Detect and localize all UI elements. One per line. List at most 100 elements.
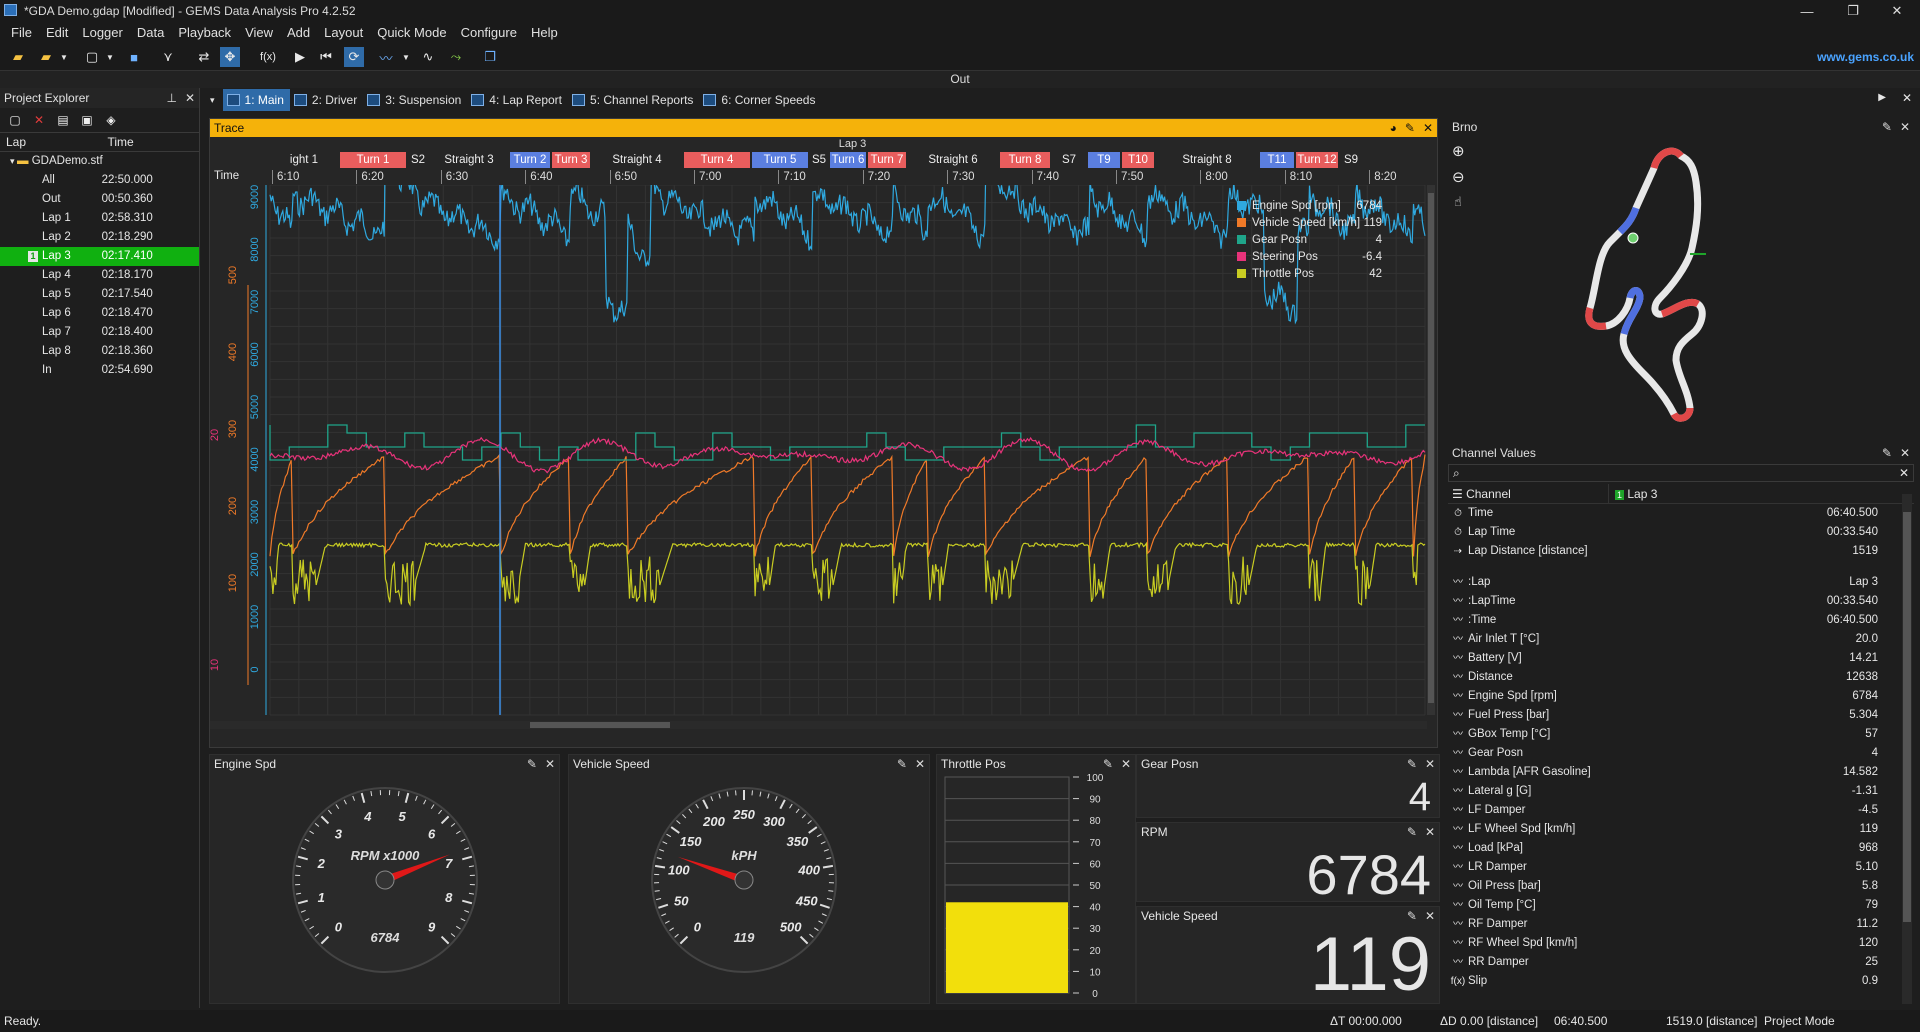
window-icon[interactable]: ❐	[480, 47, 500, 67]
new-file-icon[interactable]: ▢	[82, 47, 102, 67]
wrench-icon[interactable]: ✎	[897, 757, 907, 771]
channel-scrollbar[interactable]	[1902, 494, 1912, 1004]
delete-icon[interactable]: ✕	[32, 113, 46, 127]
channel-row[interactable]: 〰 RF Damper 11.2	[1448, 915, 1914, 934]
legend-entry[interactable]: Engine Spd [rpm] 6784	[1237, 197, 1382, 214]
tab-lap-report[interactable]: 4: Lap Report	[467, 89, 568, 111]
wrench-icon[interactable]: ✎	[1407, 909, 1417, 923]
legend-entry[interactable]: Steering Pos -6.4	[1237, 248, 1382, 265]
lap-row[interactable]: Lap 2 02:18.290	[0, 228, 199, 247]
track-map[interactable]	[1578, 138, 1778, 438]
zoom-out-icon[interactable]: ⊖	[1452, 168, 1465, 186]
channel-row[interactable]: ⇢ Lap Distance [distance] 1519	[1448, 542, 1914, 561]
channel-search-input[interactable]: ⌕ ✕	[1448, 464, 1914, 482]
wrench-icon[interactable]: ✎	[1882, 444, 1892, 462]
lap-row[interactable]: All 22:50.000	[0, 171, 199, 190]
lap-row[interactable]: Out 00:50.360	[0, 190, 199, 209]
scrollbar-thumb[interactable]	[530, 722, 670, 728]
tab-menu-icon[interactable]: ▾	[204, 95, 223, 106]
tab-driver[interactable]: 2: Driver	[290, 89, 363, 111]
channel-row[interactable]: ⏱ Lap Time 00:33.540	[1448, 523, 1914, 542]
track-segment[interactable]: S2	[408, 152, 428, 168]
lap-row[interactable]: Lap 5 02:17.540	[0, 285, 199, 304]
channel-row[interactable]: 〰 LF Wheel Spd [km/h] 119	[1448, 820, 1914, 839]
cursor-link-icon[interactable]: ⇄	[194, 47, 214, 67]
website-link[interactable]: www.gems.co.uk	[1817, 50, 1914, 64]
channel-row[interactable]: 〰 Engine Spd [rpm] 6784	[1448, 687, 1914, 706]
document-icon[interactable]: ▤	[56, 113, 70, 127]
track-segment[interactable]: Turn 1	[340, 152, 406, 168]
lap-row[interactable]: Lap 6 02:18.470	[0, 304, 199, 323]
wrench-icon[interactable]: ✎	[1407, 757, 1417, 771]
menu-configure[interactable]: Configure	[454, 22, 524, 44]
menu-view[interactable]: View	[238, 22, 280, 44]
lap-row[interactable]: Lap 8 02:18.360	[0, 342, 199, 361]
channel-row[interactable]: 〰 Gear Posn 4	[1448, 744, 1914, 763]
track-segment[interactable]: S5	[810, 152, 828, 168]
track-segment[interactable]: Straight 6	[908, 152, 998, 168]
channel-row[interactable]: f(x) Slip 0.9	[1448, 972, 1914, 991]
col-lap[interactable]: Lap	[0, 133, 101, 151]
channel-row[interactable]: 〰 Lambda [AFR Gasoline] 14.582	[1448, 763, 1914, 782]
track-segment[interactable]: Turn 5	[752, 152, 808, 168]
sync-icon[interactable]: ⟳	[344, 47, 364, 67]
chevron-down-icon[interactable]: ▼	[54, 47, 74, 67]
track-segment[interactable]: ight 1	[270, 152, 338, 168]
track-segment[interactable]: Turn 7	[868, 152, 906, 168]
channel-row[interactable]: 〰 Fuel Press [bar] 5.304	[1448, 706, 1914, 725]
wrench-icon[interactable]: ✎	[1882, 118, 1892, 136]
close-icon[interactable]: ✕	[1902, 91, 1912, 105]
menu-logger[interactable]: Logger	[75, 22, 129, 44]
layers-icon[interactable]: ◈	[104, 113, 118, 127]
legend-entry[interactable]: Throttle Pos 42	[1237, 265, 1382, 282]
menu-playback[interactable]: Playback	[171, 22, 238, 44]
pan-tool-icon[interactable]: ✥	[220, 47, 240, 67]
lap-row[interactable]: Lap 1 02:58.310	[0, 209, 199, 228]
tab-main[interactable]: 1: Main	[222, 89, 290, 111]
smooth-icon[interactable]: ∿	[418, 47, 438, 67]
rewind-icon[interactable]: ⏮	[316, 47, 336, 67]
channel-row[interactable]: 〰 RR Damper 25	[1448, 953, 1914, 972]
tab-channel-reports[interactable]: 5: Channel Reports	[568, 89, 699, 111]
merge-icon[interactable]: ⋎	[158, 47, 178, 67]
channel-row[interactable]: 〰 Oil Temp [°C] 79	[1448, 896, 1914, 915]
overlay-icon[interactable]: ⤳	[446, 47, 466, 67]
menu-file[interactable]: File	[4, 22, 39, 44]
channel-row[interactable]: 〰:LapTime 00:33.540	[1448, 592, 1914, 611]
track-segment[interactable]: Turn 2	[510, 152, 550, 168]
channel-row[interactable]: 〰:Lap Lap 3	[1448, 573, 1914, 592]
menu-help[interactable]: Help	[524, 22, 565, 44]
channel-row[interactable]: 〰 LF Damper -4.5	[1448, 801, 1914, 820]
track-segment[interactable]: T10	[1122, 152, 1154, 168]
trend-icon[interactable]: 〰	[376, 47, 396, 67]
close-icon[interactable]: ✕	[1423, 119, 1433, 137]
track-segment[interactable]: T9	[1088, 152, 1120, 168]
legend-entry[interactable]: Vehicle Speed [km/h] 119	[1237, 214, 1382, 231]
pin-icon[interactable]: ⊥	[166, 88, 176, 108]
function-button[interactable]: f(x)	[254, 47, 282, 67]
wrench-icon[interactable]: ✎	[1407, 825, 1417, 839]
chevron-down-icon[interactable]: ▼	[396, 47, 416, 67]
play-icon[interactable]: ▶	[290, 47, 310, 67]
close-icon[interactable]: ✕	[185, 88, 195, 108]
close-icon[interactable]: ✕	[1425, 825, 1435, 839]
open-folder-icon[interactable]: ▰	[36, 47, 56, 67]
track-segment[interactable]: S7	[1052, 152, 1086, 168]
col-channel[interactable]: ☰ Channel	[1448, 484, 1608, 503]
tree-root[interactable]: ▾ ▬ GDADemo.stf	[0, 152, 199, 171]
channel-row[interactable]: 〰:Time 06:40.500	[1448, 611, 1914, 630]
close-icon[interactable]: ✕	[1425, 909, 1435, 923]
channel-row[interactable]: 〰 Oil Press [bar] 5.8	[1448, 877, 1914, 896]
col-lap3[interactable]: 1 Lap 3	[1608, 484, 1728, 503]
lap-row[interactable]: In 02:54.690	[0, 361, 199, 380]
horizontal-scrollbar[interactable]	[210, 721, 1427, 729]
track-segment[interactable]: T11	[1260, 152, 1294, 168]
channel-row[interactable]: 〰 LR Damper 5.10	[1448, 858, 1914, 877]
track-segment[interactable]: Turn 3	[552, 152, 590, 168]
wrench-icon[interactable]: ✎	[527, 757, 537, 771]
zoom-in-icon[interactable]: ⊕	[1452, 142, 1465, 160]
add-icon[interactable]: ▢	[8, 113, 22, 127]
lap-row[interactable]: Lap 7 02:18.400	[0, 323, 199, 342]
tab-suspension[interactable]: 3: Suspension	[363, 89, 467, 111]
menu-quick-mode[interactable]: Quick Mode	[370, 22, 453, 44]
